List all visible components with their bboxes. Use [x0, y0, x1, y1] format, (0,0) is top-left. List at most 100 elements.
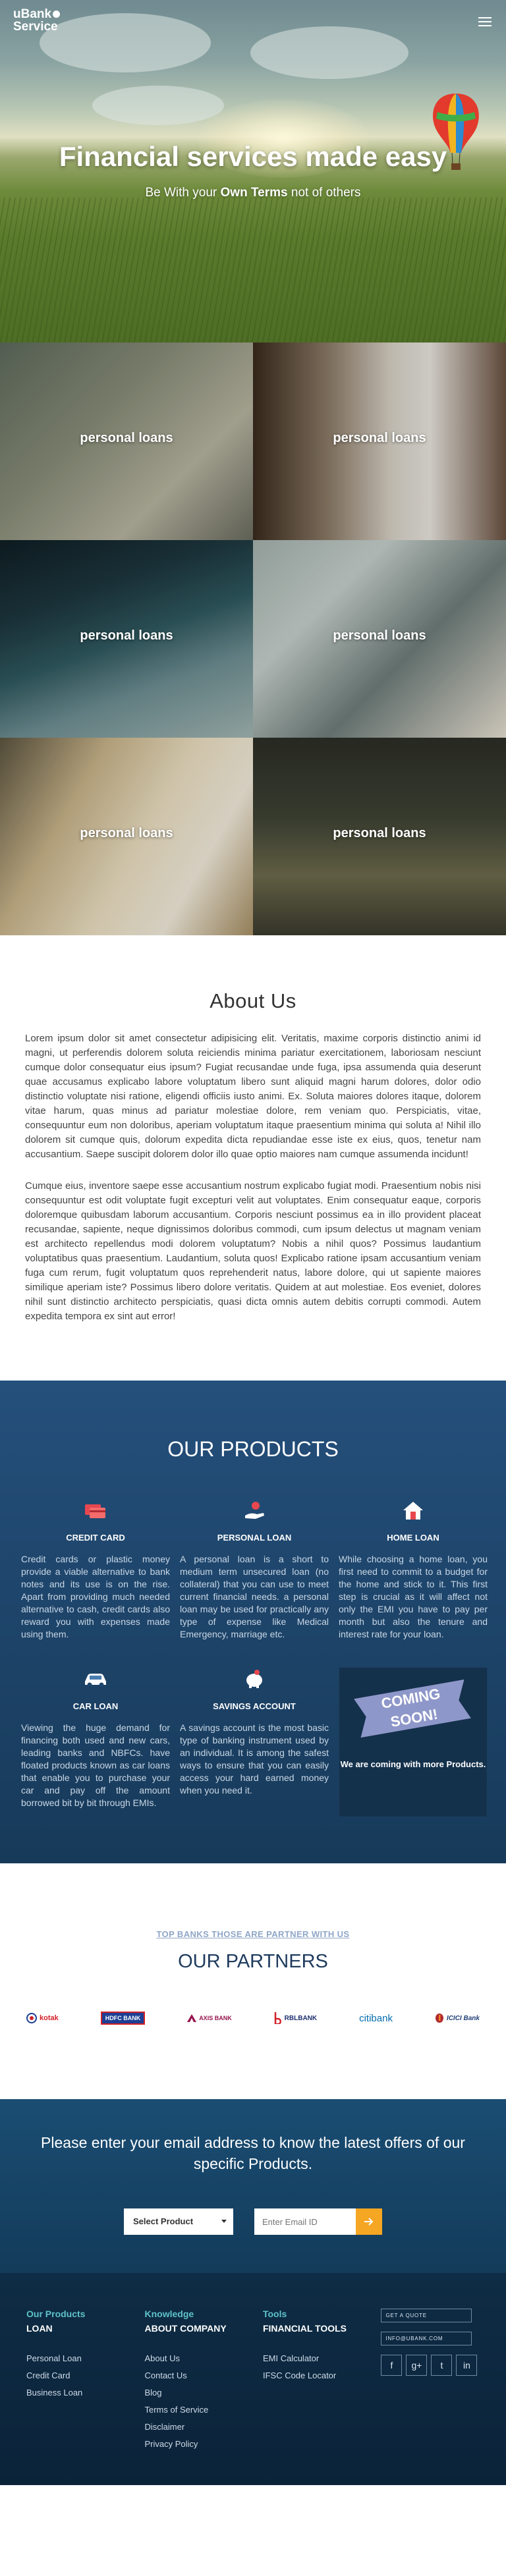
partners-section: TOP BANKS THOSE ARE PARTNER WITH US OUR …	[0, 1863, 506, 2099]
footer-link-contact[interactable]: Contact Us	[144, 2370, 262, 2380]
tile-label: personal loans	[80, 628, 173, 643]
axis-mark-icon	[187, 2014, 197, 2022]
get-quote-button[interactable]: GET A QUOTE	[381, 2309, 472, 2322]
tile-label: personal loans	[333, 431, 426, 445]
partner-rbl-logo[interactable]: RBLBANK	[274, 2010, 317, 2027]
hero-subtitle: Be With your Own Terms not of others	[145, 186, 361, 200]
tile-personal-loans[interactable]: personal loans	[0, 540, 253, 738]
footer-col-company: Knowledge ABOUT COMPANY About Us Contact…	[144, 2309, 262, 2456]
coming-soon-ribbon: COMING SOON!	[354, 1680, 471, 1738]
logo-dot-icon	[53, 11, 61, 18]
icici-mark-icon	[435, 2014, 443, 2023]
arrow-right-icon	[364, 2218, 374, 2226]
tile-personal-loans[interactable]: personal loans	[253, 343, 506, 540]
footer-link-emi-calculator[interactable]: EMI Calculator	[263, 2353, 381, 2363]
email-input[interactable]	[254, 2208, 356, 2235]
products-section: OUR PRODUCTS CREDIT CARD Credit cards or…	[0, 1381, 506, 1863]
subscribe-title: Please enter your email address to know …	[41, 2134, 465, 2172]
tile-label: personal loans	[333, 826, 426, 840]
tile-label: personal loans	[333, 628, 426, 643]
about-paragraph: Cumque eius, inventore saepe esse accusa…	[25, 1180, 481, 1322]
footer-heading: FINANCIAL TOOLS	[262, 2323, 347, 2334]
cloud-shape	[250, 26, 408, 79]
tile-personal-loans[interactable]: personal loans	[0, 738, 253, 935]
cloud-shape	[40, 13, 211, 72]
hero-title: Financial services made easy	[59, 141, 447, 172]
about-title: About Us	[210, 989, 296, 1012]
footer-kicker: Tools	[262, 2309, 287, 2319]
about-paragraph: Lorem ipsum dolor sit amet consectetur a…	[25, 1033, 481, 1160]
footer-link-privacy[interactable]: Privacy Policy	[144, 2439, 262, 2449]
about-section: About Us Lorem ipsum dolor sit amet cons…	[0, 935, 506, 1381]
cloud-shape	[92, 86, 224, 125]
footer-link-credit-card[interactable]: Credit Card	[26, 2370, 144, 2380]
partners-kicker: TOP BANKS THOSE ARE PARTNER WITH US	[156, 1929, 350, 1939]
footer-col-tools: Tools FINANCIAL TOOLS EMI Calculator IFS…	[263, 2309, 381, 2456]
footer-link-business-loan[interactable]: Business Loan	[26, 2388, 144, 2398]
twitter-icon[interactable]: t	[431, 2355, 453, 2376]
menu-icon[interactable]	[478, 17, 492, 26]
tile-personal-loans[interactable]: personal loans	[253, 540, 506, 738]
footer-link-ifsc-locator[interactable]: IFSC Code Locator	[263, 2370, 381, 2380]
hand-coin-icon	[245, 1502, 264, 1519]
footer-col-products: Our Products LOAN Personal Loan Credit C…	[26, 2309, 144, 2456]
google-plus-icon[interactable]: g+	[406, 2355, 428, 2376]
products-title: OUR PRODUCTS	[167, 1437, 339, 1461]
facebook-icon[interactable]: f	[381, 2355, 403, 2376]
partner-hdfc-logo[interactable]: HDFC BANK	[100, 2010, 146, 2027]
linkedin-icon[interactable]: in	[456, 2355, 478, 2376]
footer-link-about[interactable]: About Us	[144, 2353, 262, 2363]
product-desc: While choosing a home loan, you first ne…	[339, 1554, 488, 1639]
product-name: CREDIT CARD	[66, 1533, 125, 1543]
partner-axis-logo[interactable]: AXIS BANK	[187, 2010, 232, 2027]
product-name: HOME LOAN	[387, 1533, 439, 1543]
product-savings-account[interactable]: SAVINGS ACCOUNT A savings account is the…	[180, 1667, 329, 1817]
product-desc: A savings account is the most basic type…	[180, 1722, 329, 1795]
car-icon	[85, 1674, 106, 1687]
footer-link-blog[interactable]: Blog	[144, 2388, 262, 2398]
footer-link-terms[interactable]: Terms of Service	[144, 2405, 262, 2415]
site-footer: Our Products LOAN Personal Loan Credit C…	[0, 2273, 506, 2485]
partners-title: OUR PARTNERS	[178, 1951, 328, 1972]
partner-logos: kotak HDFC BANK AXIS BANK RBLBANK citiba…	[26, 2010, 480, 2027]
tile-personal-loans[interactable]: personal loans	[0, 343, 253, 540]
product-home-loan[interactable]: HOME LOAN While choosing a home loan, yo…	[339, 1498, 488, 1641]
brand-logo[interactable]: uBank Service	[13, 8, 61, 33]
product-desc: Viewing the huge demand for financing bo…	[21, 1722, 170, 1808]
product-name: CAR LOAN	[72, 1701, 119, 1711]
footer-link-disclaimer[interactable]: Disclaimer	[144, 2422, 262, 2432]
product-name: PERSONAL LOAN	[217, 1533, 292, 1543]
wheat-field	[0, 198, 506, 343]
submit-arrow-button[interactable]	[356, 2208, 382, 2235]
partner-kotak-logo[interactable]: kotak	[26, 2010, 59, 2027]
product-car-loan[interactable]: CAR LOAN Viewing the huge demand for fin…	[21, 1667, 170, 1817]
product-name: SAVINGS ACCOUNT	[213, 1701, 296, 1711]
tile-personal-loans[interactable]: personal loans	[253, 738, 506, 935]
product-desc: Credit cards or plastic money provide a …	[21, 1554, 170, 1639]
partner-citibank-logo[interactable]: citibank	[359, 2010, 393, 2027]
product-select[interactable]: Select Product	[124, 2208, 233, 2235]
email-contact-button[interactable]: INFO@UBANK.COM	[381, 2332, 472, 2345]
rbl-mark-icon	[274, 2012, 281, 2024]
coming-soon-note: We are coming with more Products.	[340, 1759, 486, 1769]
tile-label: personal loans	[80, 826, 173, 840]
house-icon	[403, 1502, 423, 1520]
footer-kicker: Knowledge	[144, 2309, 194, 2319]
credit-card-icon	[85, 1504, 105, 1518]
product-personal-loan[interactable]: PERSONAL LOAN A personal loan is a short…	[180, 1498, 329, 1641]
tile-label: personal loans	[80, 431, 173, 445]
footer-kicker: Our Products	[26, 2309, 86, 2319]
loan-tiles: personal loans personal loans personal l…	[0, 343, 506, 935]
footer-heading: ABOUT COMPANY	[144, 2323, 227, 2334]
kotak-mark-icon	[26, 2013, 37, 2023]
product-credit-card[interactable]: CREDIT CARD Credit cards or plastic mone…	[21, 1498, 170, 1641]
piggy-bank-icon	[246, 1670, 262, 1688]
footer-contact: GET A QUOTE INFO@UBANK.COM f g+ t in	[381, 2309, 480, 2456]
chevron-down-icon	[221, 2220, 227, 2223]
footer-heading: LOAN	[26, 2323, 53, 2334]
product-desc: A personal loan is a short to medium ter…	[180, 1554, 329, 1639]
coming-soon-card: COMING SOON! We are coming with more Prod…	[339, 1667, 488, 1817]
subscribe-section: Please enter your email address to know …	[0, 2099, 506, 2273]
footer-link-personal-loan[interactable]: Personal Loan	[26, 2353, 144, 2363]
partner-icici-logo[interactable]: ICICI Bank	[435, 2010, 480, 2027]
